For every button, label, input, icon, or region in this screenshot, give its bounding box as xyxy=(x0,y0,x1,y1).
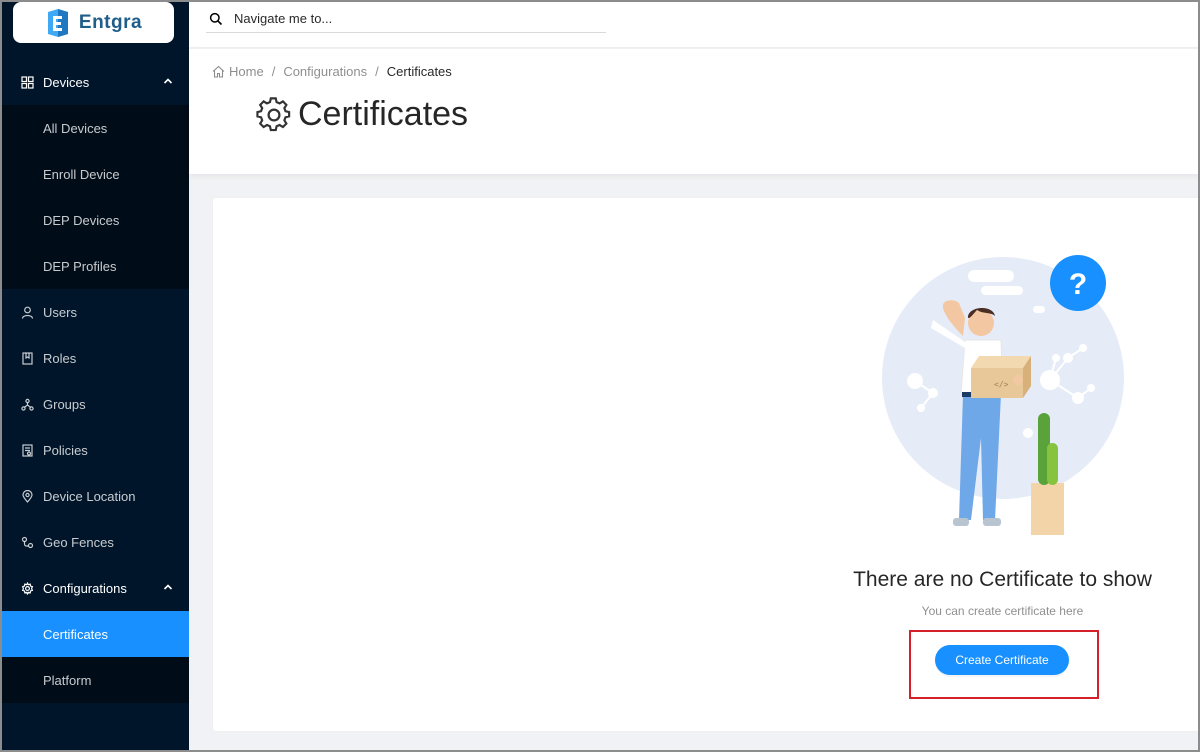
sidebar-item-certificates[interactable]: Certificates xyxy=(0,611,189,657)
sidebar-item-enroll-device[interactable]: Enroll Device xyxy=(0,151,189,197)
sidebar-item-label: Geo Fences xyxy=(43,534,114,550)
sidebar-item-label: Groups xyxy=(43,396,86,412)
sidebar-item-device-location[interactable]: Device Location xyxy=(0,473,189,519)
sidebar-item-roles[interactable]: Roles xyxy=(0,335,189,381)
gear-icon xyxy=(20,581,34,595)
location-icon xyxy=(20,489,34,503)
sidebar-item-groups[interactable]: Groups xyxy=(0,381,189,427)
sidebar-item-label: Enroll Device xyxy=(43,166,120,182)
cluster-icon xyxy=(20,397,34,411)
sidebar-item-all-devices[interactable]: All Devices xyxy=(0,105,189,151)
gear-icon xyxy=(256,96,291,131)
sidebar-menu: Devices All Devices Enroll Device DEP De… xyxy=(0,59,189,703)
sidebar: Entgra Devices All Devices Enroll Device… xyxy=(0,0,189,752)
user-icon xyxy=(20,305,34,319)
search-input[interactable] xyxy=(234,11,574,26)
sidebar-item-label: Roles xyxy=(43,350,77,366)
sidebar-item-label: Devices xyxy=(43,74,90,90)
grid-icon xyxy=(20,75,34,89)
sidebar-item-devices[interactable]: Devices xyxy=(0,59,189,105)
sidebar-item-label: Configurations xyxy=(43,580,127,596)
breadcrumb: Home / Configurations / Certificates xyxy=(212,64,452,79)
empty-state-subtitle: You can create certificate here xyxy=(921,604,1084,618)
page-title: Certificates xyxy=(256,95,468,134)
sidebar-item-platform[interactable]: Platform xyxy=(0,657,189,703)
sidebar-item-label: Device Location xyxy=(43,488,136,504)
geo-fence-icon xyxy=(20,535,34,549)
page-title-text: Certificates xyxy=(298,95,469,133)
svg-text:</>: </> xyxy=(994,380,1009,389)
sidebar-item-label: Users xyxy=(43,304,77,320)
breadcrumb-separator: / xyxy=(271,64,276,79)
file-icon xyxy=(20,443,34,457)
top-header xyxy=(189,0,1200,48)
breadcrumb-separator: / xyxy=(375,64,379,79)
book-icon xyxy=(20,351,34,365)
sidebar-item-label: All Devices xyxy=(43,120,108,136)
logo-text: Entgra xyxy=(78,11,143,33)
sidebar-item-label: DEP Devices xyxy=(43,212,120,228)
entgra-logo-icon xyxy=(47,8,68,37)
sidebar-item-label: Certificates xyxy=(43,626,109,642)
chevron-up-icon xyxy=(163,584,173,590)
logo[interactable]: Entgra xyxy=(13,2,174,43)
breadcrumb-home[interactable]: Home xyxy=(229,64,264,79)
sidebar-item-label: Platform xyxy=(43,672,92,688)
empty-state-title: There are no Certificate to show xyxy=(853,568,1152,591)
sidebar-item-users[interactable]: Users xyxy=(0,289,189,335)
create-certificate-button[interactable]: Create Certificate xyxy=(935,645,1069,675)
chevron-up-icon xyxy=(163,78,173,84)
empty-state-illustration: ? </> xyxy=(882,255,1124,535)
configurations-submenu: Certificates Platform xyxy=(0,611,189,703)
sidebar-item-policies[interactable]: Policies xyxy=(0,427,189,473)
sidebar-item-geo-fences[interactable]: Geo Fences xyxy=(0,519,189,565)
content-card: ? </> There are no Certificate to show Y… xyxy=(212,197,1200,732)
page-header: Home / Configurations / Certificates Cer… xyxy=(189,49,1200,174)
breadcrumb-current: Certificates xyxy=(386,64,452,79)
breadcrumb-configurations[interactable]: Configurations xyxy=(283,64,367,79)
sidebar-item-dep-profiles[interactable]: DEP Profiles xyxy=(0,243,189,289)
sidebar-item-label: DEP Profiles xyxy=(43,258,117,274)
devices-submenu: All Devices Enroll Device DEP Devices DE… xyxy=(0,105,189,289)
question-mark: ? xyxy=(1069,268,1087,301)
sidebar-item-configurations[interactable]: Configurations xyxy=(0,565,189,611)
home-icon xyxy=(212,65,225,78)
search-bar xyxy=(206,5,606,33)
search-icon xyxy=(209,12,223,25)
sidebar-item-dep-devices[interactable]: DEP Devices xyxy=(0,197,189,243)
sidebar-item-label: Policies xyxy=(43,442,88,458)
